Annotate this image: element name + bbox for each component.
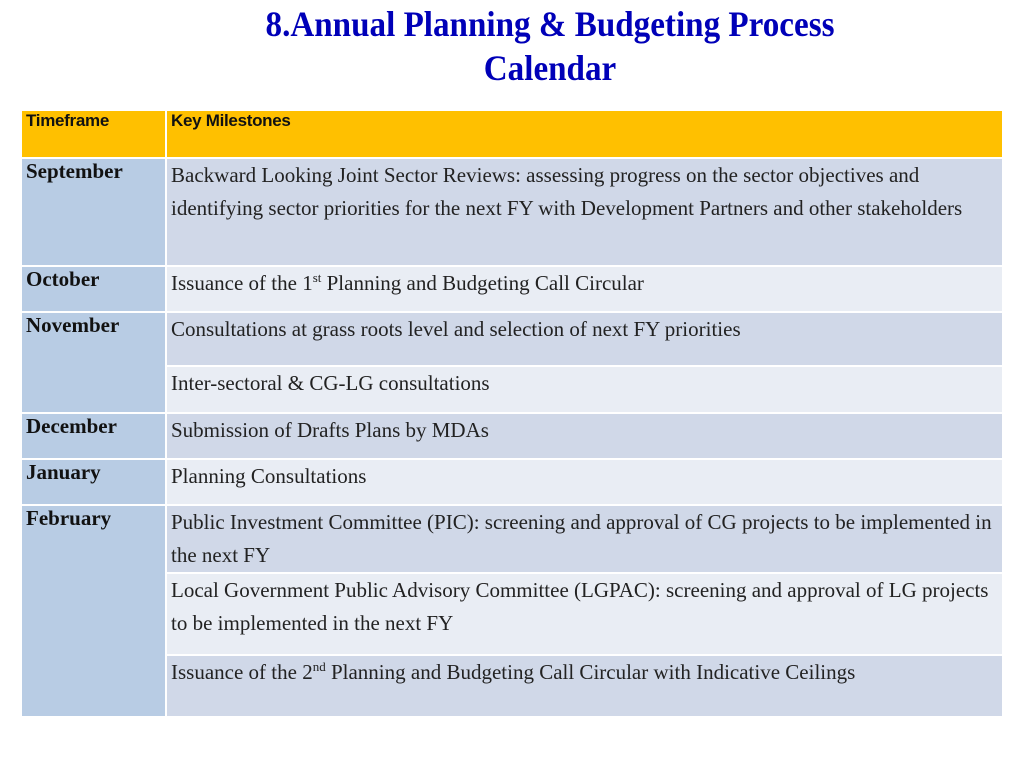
header-key-milestones: Key Milestones <box>165 109 1004 159</box>
table-row: November Consultations at grass roots le… <box>20 311 1004 414</box>
milestone-cell: Planning Consultations <box>165 458 1004 506</box>
timeframe-cell: December <box>20 412 167 460</box>
page-title: 8.Annual Planning & Budgeting Process Ca… <box>136 2 964 90</box>
milestone-cell: Issuance of the 1st Planning and Budgeti… <box>165 265 1004 313</box>
timeframe-cell: January <box>20 458 167 506</box>
table-row: September Backward Looking Joint Sector … <box>20 157 1004 267</box>
milestone-cell: Inter-sectoral & CG-LG consultations <box>165 365 1004 414</box>
milestone-cell: Local Government Public Advisory Committ… <box>165 572 1004 656</box>
table-row: February Public Investment Committee (PI… <box>20 504 1004 718</box>
timeframe-cell: November <box>20 311 167 414</box>
table-row: Inter-sectoral & CG-LG consultations <box>21 365 1004 414</box>
header-timeframe: Timeframe <box>20 109 167 159</box>
milestone-cell: Backward Looking Joint Sector Reviews: a… <box>165 157 1004 267</box>
planning-calendar-table: Timeframe Key Milestones September Backw… <box>20 109 1004 718</box>
page-title-line-1: 8.Annual Planning & Budgeting Process <box>265 4 835 44</box>
milestone-cell: Consultations at grass roots level and s… <box>165 311 1004 367</box>
timeframe-cell: September <box>20 157 167 267</box>
timeframe-cell: February <box>20 504 167 718</box>
milestone-cell: Issuance of the 2nd Planning and Budgeti… <box>165 654 1004 718</box>
table-row: January Planning Consultations <box>20 458 1004 506</box>
timeframe-cell: October <box>20 265 167 313</box>
milestone-cell: Public Investment Committee (PIC): scree… <box>165 504 1004 574</box>
page-title-line-2: Calendar <box>483 48 617 88</box>
table-row: October Issuance of the 1st Planning and… <box>20 265 1004 313</box>
table-row: Issuance of the 2nd Planning and Budgeti… <box>21 654 1004 718</box>
table-row: Local Government Public Advisory Committ… <box>21 572 1004 656</box>
milestone-cell: Submission of Drafts Plans by MDAs <box>165 412 1004 460</box>
table-header-row: Timeframe Key Milestones <box>20 109 1004 159</box>
table-row: December Submission of Drafts Plans by M… <box>20 412 1004 460</box>
